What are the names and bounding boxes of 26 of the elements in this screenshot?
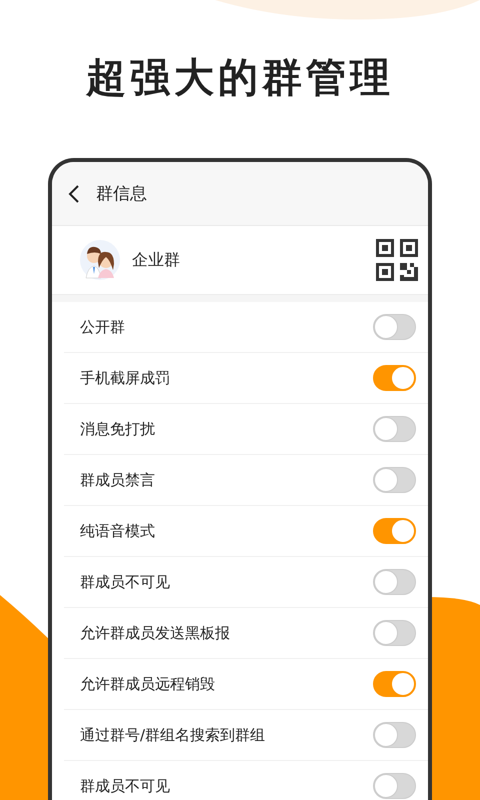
setting-label: 公开群 xyxy=(80,318,125,336)
setting-label: 群成员禁言 xyxy=(80,470,155,490)
qr-code-icon[interactable] xyxy=(376,239,418,281)
screen-title: 群信息 xyxy=(96,183,147,205)
toggle-switch[interactable] xyxy=(373,671,416,697)
setting-label: 手机截屏成罚 xyxy=(80,368,170,388)
toggle-switch[interactable] xyxy=(373,722,416,748)
setting-label: 允许群成员远程销毁 xyxy=(80,674,215,694)
toggle-switch[interactable] xyxy=(373,314,416,340)
toggle-switch[interactable] xyxy=(373,518,416,544)
setting-label: 允许群成员发送黑板报 xyxy=(80,624,230,642)
toggle-switch[interactable] xyxy=(373,365,416,391)
group-name: 企业群 xyxy=(132,250,181,270)
headline: 超强大的群管理 xyxy=(86,54,394,103)
setting-label: 纯语音模式 xyxy=(80,522,155,540)
setting-label: 群成员不可见 xyxy=(80,776,170,796)
toggle-switch[interactable] xyxy=(373,569,416,595)
setting-label: 通过群号/群组名搜索到群组 xyxy=(80,726,266,744)
avatar-icon xyxy=(80,240,120,280)
setting-label: 消息免打扰 xyxy=(80,420,155,438)
toggle-switch[interactable] xyxy=(373,620,416,646)
setting-label: 群成员不可见 xyxy=(80,572,170,592)
toggle-switch[interactable] xyxy=(373,416,416,442)
back-icon[interactable] xyxy=(68,184,80,204)
toggle-switch[interactable] xyxy=(373,467,416,493)
toggle-switch[interactable] xyxy=(373,773,416,799)
